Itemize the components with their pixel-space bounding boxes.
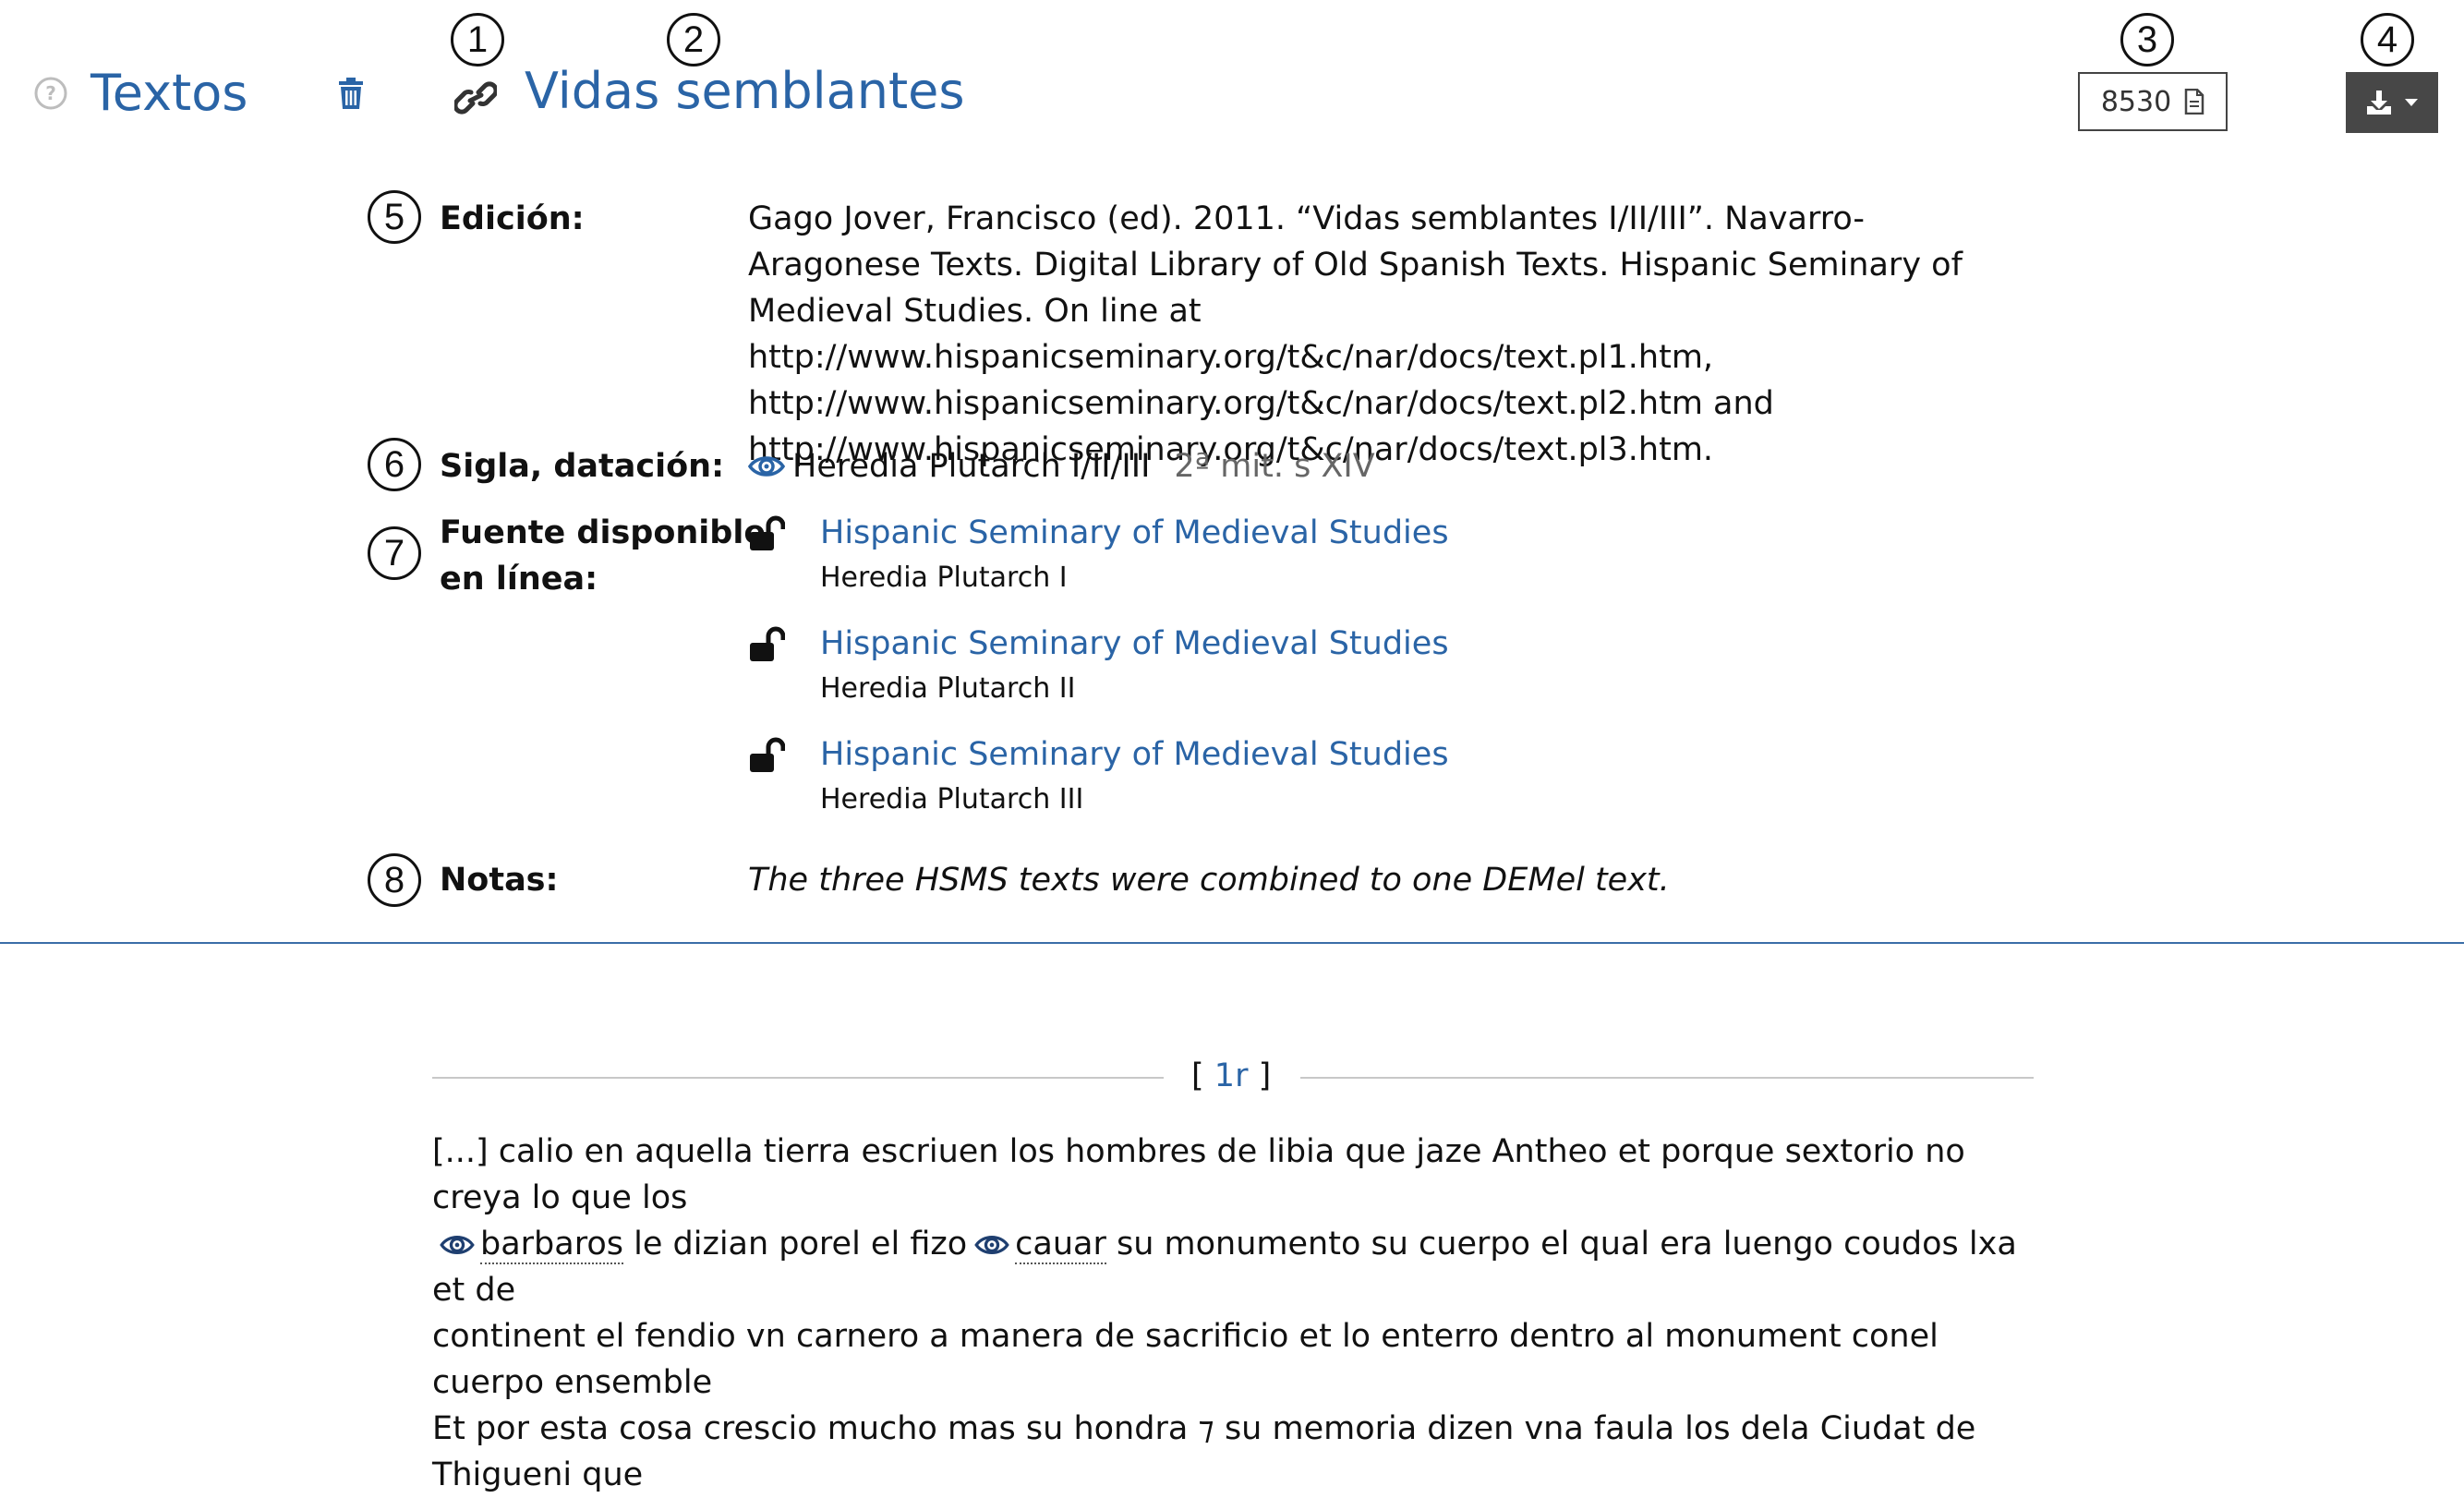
sigla-row: Heredia Plutarch I/II/III 2ª mit. s XIV [748, 443, 1375, 489]
document-title: Vidas semblantes [525, 62, 965, 120]
folio-link[interactable]: 1r [1214, 1057, 1249, 1094]
source-link[interactable]: Hispanic Seminary of Medieval Studies [820, 731, 1449, 778]
text-line: continent el fendio vn carnero a manera … [432, 1318, 1939, 1401]
notes-label: Notas: [440, 862, 559, 899]
source-link[interactable]: Hispanic Seminary of Medieval Studies [820, 621, 1449, 667]
transcription-text: [...] calio en aquella tierra escriuen l… [432, 1129, 2039, 1498]
source-subtitle: Heredia Plutarch II [820, 672, 1076, 705]
callout-7: 7 [368, 526, 421, 580]
sigla-value: Heredia Plutarch I/II/III [792, 448, 1151, 485]
text-line: [...] calio en aquella tierra escriuen l… [432, 1133, 1965, 1216]
callout-1: 1 [451, 13, 504, 66]
folio-open-bracket: [ [1191, 1057, 1204, 1094]
callout-4: 4 [2361, 13, 2414, 66]
source-link[interactable]: Hispanic Seminary of Medieval Studies [820, 510, 1449, 556]
section-title[interactable]: Textos [91, 61, 248, 126]
trash-icon[interactable] [338, 78, 364, 109]
callout-8: 8 [368, 853, 421, 907]
eye-icon[interactable] [974, 1232, 1009, 1258]
unlock-icon [750, 626, 785, 661]
source-label-line-1: Fuente disponible [440, 514, 767, 551]
folio-rule-left [432, 1077, 1164, 1079]
download-dropdown-button[interactable] [2346, 72, 2438, 133]
sigla-label: Sigla, datación: [440, 448, 725, 485]
text-segment: le dizian porel el fizo [623, 1226, 968, 1262]
notes-value: The three HSMS texts were combined to on… [748, 862, 1670, 899]
section-divider [0, 942, 2464, 944]
glossary-term[interactable]: barbaros [480, 1226, 623, 1264]
callout-6: 6 [368, 438, 421, 491]
text-line: Et por esta cosa crescio mucho mas su ho… [432, 1410, 1976, 1493]
token-count: 8530 [2100, 85, 2172, 118]
unlock-icon [750, 737, 785, 772]
callout-3: 3 [2120, 13, 2174, 66]
unlock-icon [750, 515, 785, 550]
help-icon[interactable]: ? [33, 76, 68, 111]
token-count-badge[interactable]: 8530 [2078, 72, 2228, 131]
edition-value: Gago Jover, Francisco (ed). 2011. “Vidas… [748, 200, 1963, 468]
callout-5: 5 [368, 190, 421, 244]
caret-down-icon [2405, 99, 2418, 106]
document-icon [2184, 89, 2204, 115]
glossary-term[interactable]: cauar [1015, 1226, 1106, 1264]
link-icon[interactable] [454, 79, 497, 116]
download-icon [2367, 91, 2391, 115]
source-label: Fuente disponible en línea: [440, 510, 766, 602]
callout-2: 2 [667, 13, 720, 66]
source-subtitle: Heredia Plutarch I [820, 562, 1068, 594]
source-subtitle: Heredia Plutarch III [820, 783, 1084, 815]
eye-icon[interactable] [440, 1232, 475, 1258]
sigla-date: 2ª mit. s XIV [1174, 448, 1375, 485]
folio-close-bracket: ] [1258, 1057, 1272, 1094]
eye-icon[interactable] [748, 453, 785, 480]
svg-text:?: ? [45, 82, 56, 104]
edition-label: Edición: [440, 200, 585, 237]
text-line: barbaros le dizian porel el fizo cauar su… [432, 1221, 2039, 1313]
source-label-line-2: en línea: [440, 561, 598, 598]
folio-marker: [ 1r ] [1191, 1053, 1271, 1099]
folio-rule-right [1300, 1077, 2034, 1079]
